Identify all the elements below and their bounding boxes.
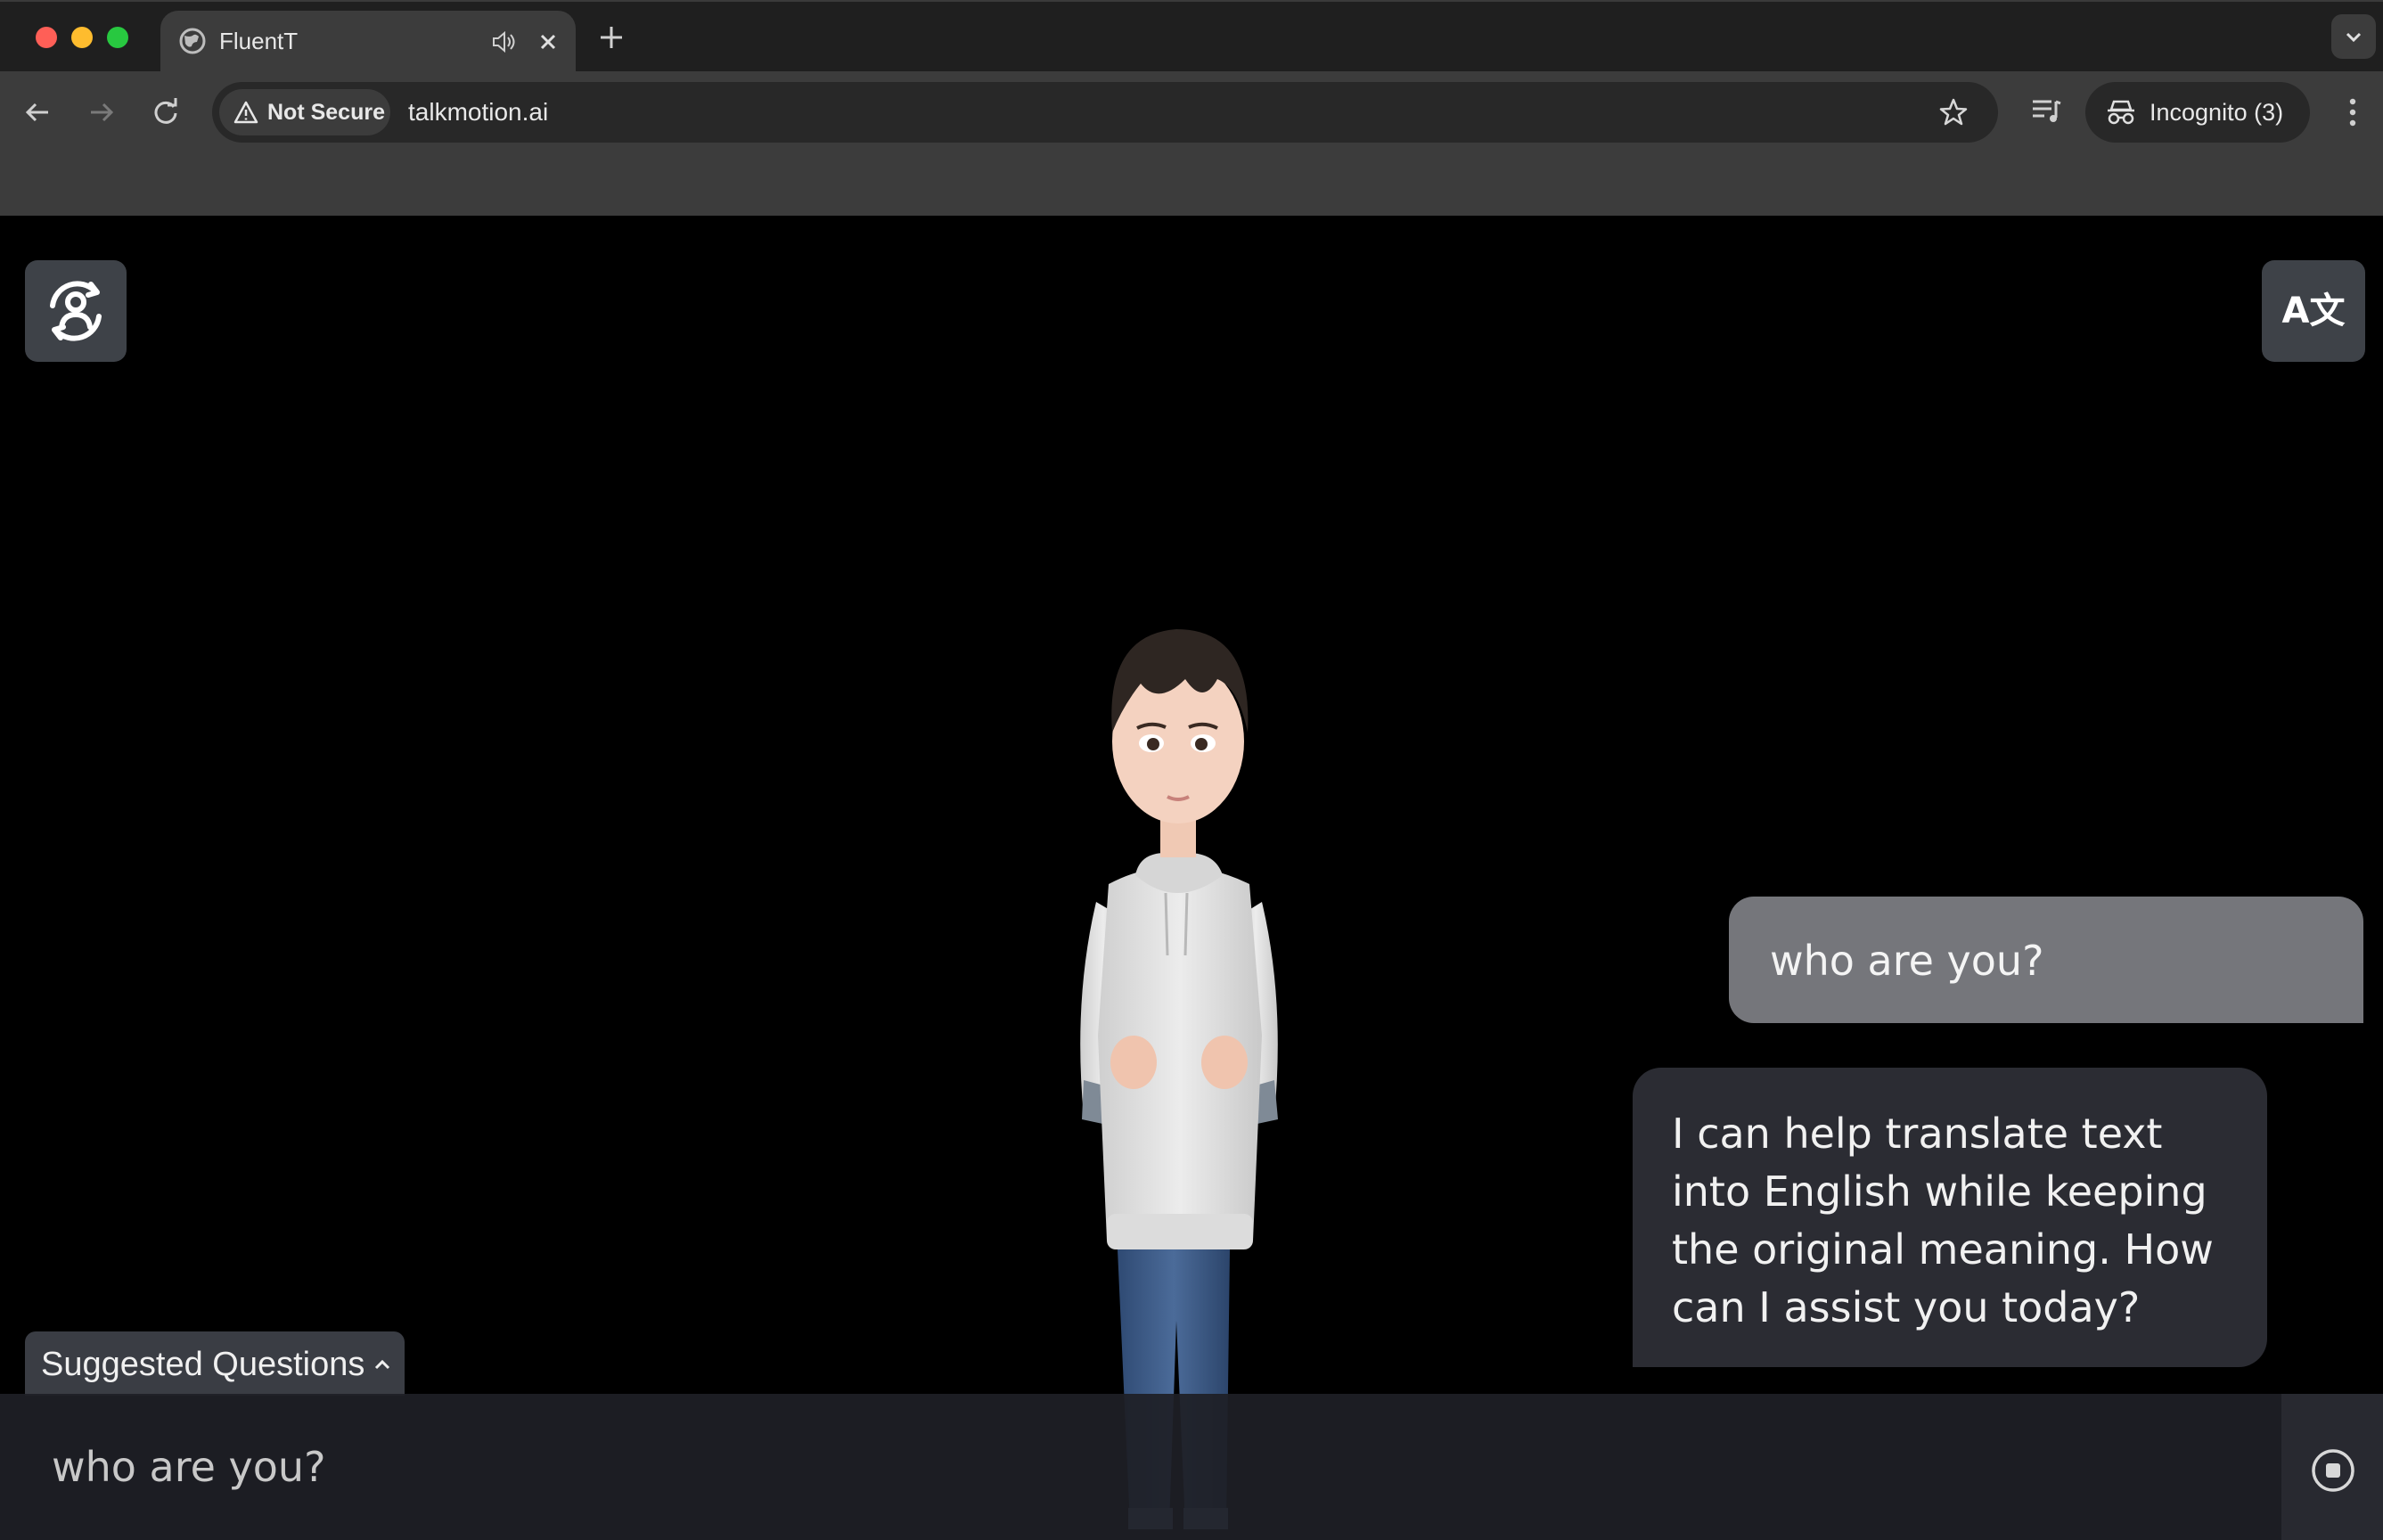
assistant-message-bubble: I can help translate text into English w… bbox=[1633, 1068, 2267, 1367]
suggested-questions-label: Suggested Questions bbox=[41, 1346, 365, 1383]
url-text[interactable]: talkmotion.ai bbox=[408, 96, 548, 128]
avatar-switch-icon bbox=[50, 281, 102, 341]
window-zoom-button[interactable] bbox=[107, 27, 128, 48]
suggested-questions-toggle[interactable]: Suggested Questions bbox=[25, 1331, 405, 1396]
assistant-message-line: I can help translate text bbox=[1672, 1110, 2163, 1158]
stop-circle-icon[interactable] bbox=[2310, 1447, 2356, 1494]
globe-icon bbox=[179, 28, 206, 54]
close-icon[interactable] bbox=[535, 29, 561, 55]
assistant-message-line: the original meaning. How bbox=[1672, 1225, 2214, 1274]
browser-tab-strip: FluentT bbox=[0, 0, 2383, 73]
incognito-label: Incognito (3) bbox=[2150, 99, 2284, 126]
tab-search-button[interactable] bbox=[2331, 14, 2376, 59]
chat-input-bar: who are you? bbox=[0, 1394, 2383, 1540]
user-message-bubble: who are you? bbox=[1729, 897, 2363, 1023]
security-label: Not Secure bbox=[267, 100, 385, 125]
browser-tab[interactable]: FluentT bbox=[160, 11, 576, 73]
app-viewport: A文 who are you? I can help translate tex… bbox=[0, 216, 2383, 1540]
plus-icon[interactable] bbox=[595, 21, 627, 53]
reload-icon[interactable] bbox=[146, 93, 185, 132]
address-bar[interactable]: Not Secure talkmotion.ai bbox=[212, 82, 1998, 143]
speaker-icon[interactable] bbox=[490, 29, 517, 55]
incognito-icon bbox=[2108, 100, 2134, 125]
chevron-up-icon bbox=[374, 1359, 390, 1370]
window-minimize-button[interactable] bbox=[71, 27, 93, 48]
stop-panel bbox=[2281, 1394, 2383, 1540]
user-message-text: who are you? bbox=[1770, 937, 2044, 985]
chat-input[interactable]: who are you? bbox=[52, 1438, 326, 1495]
window-close-button[interactable] bbox=[36, 27, 57, 48]
translate-icon: A文 bbox=[2281, 291, 2346, 332]
security-chip[interactable]: Not Secure bbox=[219, 89, 390, 135]
browser-toolbar: Not Secure talkmotion.ai Incognito (3) bbox=[0, 71, 2383, 153]
assistant-message-line: into English while keeping bbox=[1672, 1167, 2207, 1216]
switch-avatar-button[interactable] bbox=[25, 260, 127, 362]
media-queue-icon[interactable] bbox=[2028, 93, 2064, 128]
forward-arrow-icon[interactable] bbox=[82, 93, 121, 132]
back-arrow-icon[interactable] bbox=[18, 93, 57, 132]
star-icon[interactable] bbox=[1937, 96, 1969, 128]
avatar-character bbox=[1080, 629, 1278, 1529]
assistant-message-line: can I assist you today? bbox=[1672, 1283, 2141, 1331]
chevron-down-icon bbox=[2346, 32, 2362, 43]
more-vert-icon[interactable] bbox=[2335, 93, 2371, 132]
translate-button[interactable]: A文 bbox=[2262, 260, 2365, 362]
incognito-profile-button[interactable]: Incognito (3) bbox=[2085, 82, 2310, 143]
tab-title: FluentT bbox=[219, 28, 299, 54]
bookmark-bar bbox=[0, 153, 2383, 216]
warning-icon bbox=[233, 101, 258, 124]
